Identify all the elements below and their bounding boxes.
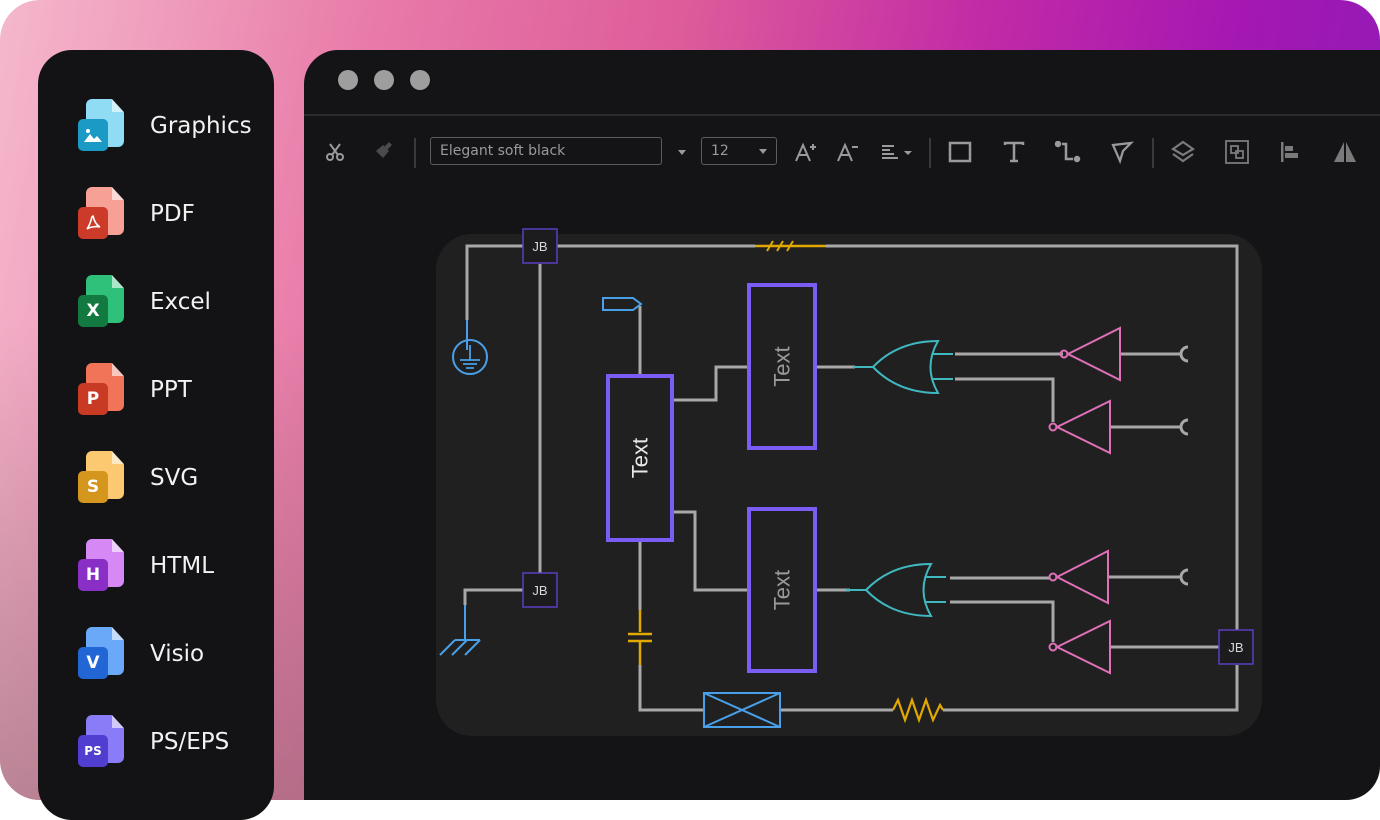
sidebar-item-label: Visio [150, 641, 205, 667]
sidebar-item-label: Excel [150, 289, 211, 315]
editor-window: 12 [304, 50, 1380, 800]
switch-cross [703, 692, 781, 728]
ppt-file-icon: P [78, 361, 126, 419]
wire [950, 600, 1055, 642]
sidebar-item-graphics[interactable]: Graphics [78, 96, 252, 156]
sidebar-item-ppt[interactable]: P PPT [78, 360, 192, 420]
wire [943, 665, 1239, 712]
not-gate [1065, 326, 1121, 382]
sidebar-item-label: Graphics [150, 113, 252, 139]
port-flag-icon [602, 297, 643, 311]
wire [955, 377, 1055, 422]
block-label: Text [628, 438, 653, 478]
sidebar-item-label: SVG [150, 465, 199, 491]
excel-file-icon: X [78, 273, 126, 331]
junction-label: JB [532, 583, 547, 598]
wire [673, 510, 749, 592]
export-format-sidebar: Graphics PDF X Excel P PPT S SVG H HTML V Visio PS PS… [38, 50, 274, 820]
chassis-ground-icon [439, 605, 481, 656]
graphics-file-icon [78, 97, 126, 155]
sidebar-item-visio[interactable]: V Visio [78, 624, 204, 684]
not-gate [1054, 549, 1109, 605]
wire [638, 665, 704, 712]
svg-file-icon: S [78, 449, 126, 507]
wire [673, 365, 749, 402]
sidebar-item-svg[interactable]: S SVG [78, 448, 198, 508]
visio-file-icon: V [78, 625, 126, 683]
or-gate [871, 339, 940, 395]
sidebar-item-pdf[interactable]: PDF [78, 184, 195, 244]
ps-eps-file-icon: PS [78, 713, 126, 771]
or-gate [864, 562, 933, 618]
output-terminal [1179, 345, 1189, 363]
not-gate [1054, 619, 1111, 675]
sidebar-item-ps-eps[interactable]: PS PS/EPS [78, 712, 229, 772]
sidebar-item-label: HTML [150, 553, 215, 579]
sidebar-item-label: PS/EPS [150, 729, 230, 755]
ground-symbol [460, 345, 480, 369]
sidebar-item-excel[interactable]: X Excel [78, 272, 211, 332]
image-icon [84, 129, 102, 142]
pdf-file-icon [78, 185, 126, 243]
resistor-icon [892, 696, 944, 724]
sidebar-item-label: PDF [150, 201, 195, 227]
wire [463, 588, 523, 605]
circuit-diagram: JB JB JB Text Text Text [439, 228, 1254, 728]
not-gate [1054, 399, 1111, 455]
acrobat-icon [86, 215, 101, 230]
block-label: Text [770, 346, 795, 386]
junction-label: JB [1228, 640, 1243, 655]
output-terminal [1179, 568, 1189, 586]
junction-label: JB [532, 239, 547, 254]
html-file-icon: H [78, 537, 126, 595]
sidebar-item-label: PPT [150, 377, 192, 403]
sidebar-item-html[interactable]: H HTML [78, 536, 214, 596]
wire [465, 244, 523, 320]
block-label: Text [770, 570, 795, 610]
wire [826, 244, 1239, 630]
output-terminal [1179, 418, 1189, 436]
